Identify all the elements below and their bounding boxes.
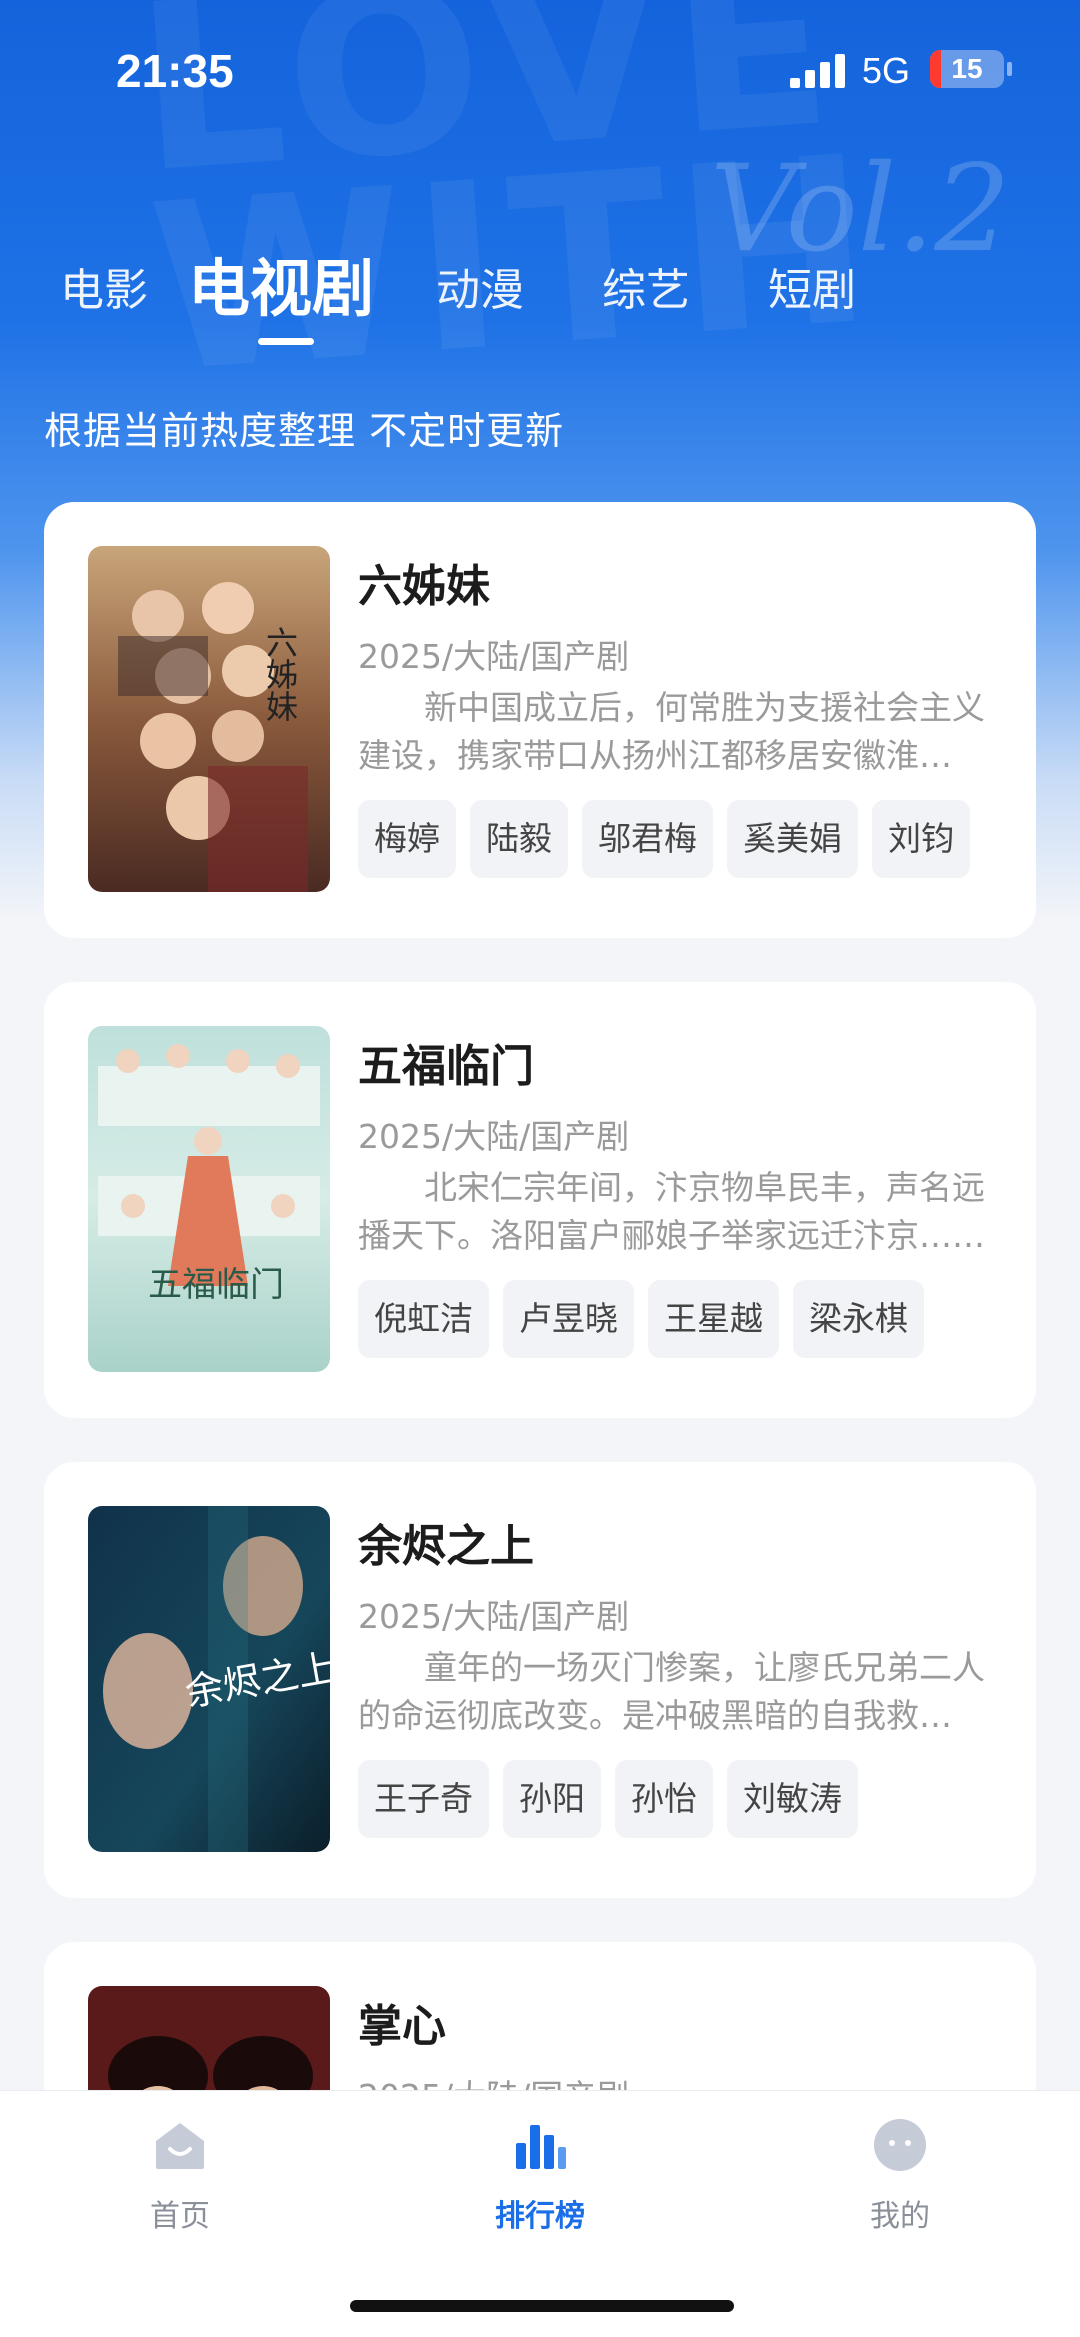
poster-image: 余烬之上	[88, 1506, 330, 1852]
tab-variety[interactable]: 综艺	[602, 254, 690, 318]
nav-profile[interactable]: 我的	[800, 2117, 1000, 2247]
cast-tag[interactable]: 倪虹洁	[358, 1280, 489, 1358]
drama-card[interactable]: 余烬之上 余烬之上 2025/大陆/国产剧 童年的一场灭门惨案，让廖氏兄弟二人的…	[44, 1462, 1036, 1898]
cast-tags: 王子奇 孙阳 孙怡 刘敏涛	[358, 1760, 1018, 1840]
drama-title[interactable]: 六姊妹	[358, 550, 490, 614]
status-time: 21:35	[116, 45, 234, 97]
cast-tag[interactable]: 王星越	[648, 1280, 779, 1358]
cast-tags: 梅婷 陆毅 邬君梅 奚美娟 刘钧	[358, 800, 1018, 880]
drama-description: 新中国成立后，何常胜为支援社会主义建设，携家带口从扬州江都移居安徽淮南……	[358, 688, 985, 775]
nav-label: 首页	[150, 2199, 210, 2234]
drama-meta: 2025/大陆/国产剧	[358, 637, 630, 676]
cast-tag[interactable]: 陆毅	[470, 800, 568, 878]
category-tabs: 电影 电视剧 动漫 综艺 短剧	[0, 220, 1080, 360]
tab-movie[interactable]: 电影	[60, 254, 148, 318]
cast-tag[interactable]: 孙阳	[503, 1760, 601, 1838]
home-icon	[156, 2123, 204, 2169]
cast-tag[interactable]: 邬君梅	[582, 800, 713, 878]
profile-icon	[874, 2119, 926, 2171]
home-indicator	[350, 2300, 734, 2312]
poster-image: 六姊妹	[88, 546, 330, 892]
nav-home[interactable]: 首页	[80, 2117, 280, 2247]
tab-short-drama[interactable]: 短剧	[768, 254, 856, 318]
battery-percent: 15	[951, 53, 983, 84]
nav-label: 排行榜	[495, 2199, 585, 2234]
cast-tag[interactable]: 刘钧	[872, 800, 970, 878]
tab-anime[interactable]: 动漫	[436, 254, 524, 318]
cast-tag[interactable]: 卢昱晓	[503, 1280, 634, 1358]
drama-title[interactable]: 五福临门	[358, 1030, 534, 1094]
svg-text:五福临门: 五福临门	[148, 1265, 284, 1305]
drama-title[interactable]: 余烬之上	[358, 1510, 534, 1574]
ranking-subtitle: 根据当前热度整理 不定时更新	[44, 409, 565, 453]
drama-title[interactable]: 掌心	[358, 1990, 446, 2054]
cast-tags: 倪虹洁 卢昱晓 王星越 梁永棋	[358, 1280, 1018, 1360]
cast-tag[interactable]: 奚美娟	[727, 800, 858, 878]
drama-description: 童年的一场灭门惨案，让廖氏兄弟二人的命运彻底改变。是冲破黑暗的自我救赎……	[358, 1648, 985, 1735]
status-bar: 21:35 5G 15	[0, 0, 1080, 140]
tab-tv-series[interactable]: 电视剧	[188, 238, 374, 328]
svg-text:六姊妹: 六姊妹	[261, 626, 299, 722]
battery-cap	[1007, 62, 1012, 76]
drama-card[interactable]: 六姊妹 六姊妹 2025/大陆/国产剧 新中国成立后，何常胜为支援社会主义建设，…	[44, 502, 1036, 938]
battery-icon: 15	[930, 50, 1004, 88]
nav-label: 我的	[870, 2199, 930, 2234]
cast-tag[interactable]: 王子奇	[358, 1760, 489, 1838]
cast-tag[interactable]: 梅婷	[358, 800, 456, 878]
cast-tag[interactable]: 刘敏涛	[727, 1760, 858, 1838]
network-label: 5G	[862, 50, 911, 91]
drama-card[interactable]: 五福临门 五福临门 2025/大陆/国产剧 北宋仁宗年间，汴京物阜民丰，声名远播…	[44, 982, 1036, 1418]
drama-meta: 2025/大陆/国产剧	[358, 1597, 630, 1636]
ranking-icon	[516, 2125, 566, 2169]
nav-ranking[interactable]: 排行榜	[440, 2117, 640, 2247]
active-tab-indicator	[258, 338, 314, 345]
drama-meta: 2025/大陆/国产剧	[358, 1117, 630, 1156]
signal-icon	[790, 54, 845, 88]
cast-tag[interactable]: 梁永棋	[793, 1280, 924, 1358]
poster-image: 五福临门	[88, 1026, 330, 1372]
drama-description: 北宋仁宗年间，汴京物阜民丰，声名远播天下。洛阳富户郦娘子举家远迁汴京……	[358, 1168, 985, 1255]
cast-tag[interactable]: 孙怡	[615, 1760, 713, 1838]
